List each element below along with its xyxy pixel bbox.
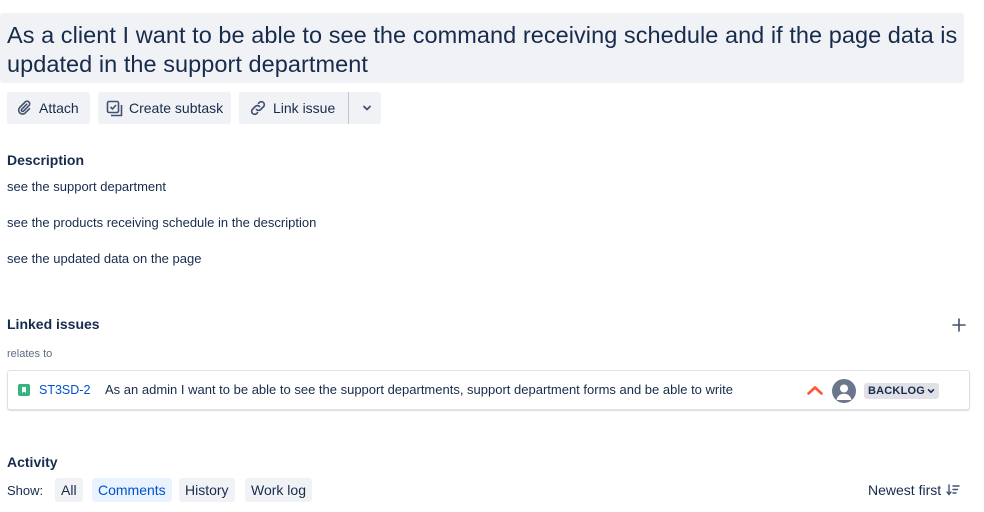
description-paragraph: see the support department xyxy=(7,179,166,194)
toolbar-split-divider xyxy=(348,92,349,124)
priority-high-icon xyxy=(806,383,824,397)
sort-label: Newest first xyxy=(868,482,942,498)
attach-label: Attach xyxy=(39,100,79,116)
description-paragraph: see the products receiving schedule in t… xyxy=(7,215,317,230)
linked-issue-summary[interactable]: As an admin I want to be able to see the… xyxy=(105,382,789,397)
status-badge: BACKLOG xyxy=(868,385,926,397)
description-paragraph: see the updated data on the page xyxy=(7,251,202,266)
sort-order-toggle[interactable]: Newest first xyxy=(868,482,960,498)
create-subtask-button[interactable]: Create subtask xyxy=(98,92,231,124)
link-icon xyxy=(249,99,267,117)
filter-comments[interactable]: Comments xyxy=(92,478,172,502)
description-heading: Description xyxy=(7,152,85,168)
attach-button[interactable]: Attach xyxy=(7,92,90,124)
issue-title[interactable]: As a client I want to be able to see the… xyxy=(7,21,962,79)
add-linked-issue-button[interactable] xyxy=(950,316,968,334)
sort-descending-icon xyxy=(946,484,960,496)
story-icon xyxy=(18,384,30,396)
linked-issues-heading: Linked issues xyxy=(7,316,100,332)
filter-history[interactable]: History xyxy=(179,478,235,502)
chevron-down-icon xyxy=(927,387,935,395)
issue-title-container[interactable]: As a client I want to be able to see the… xyxy=(0,13,964,83)
create-subtask-label: Create subtask xyxy=(129,100,224,116)
paperclip-icon xyxy=(15,99,33,117)
activity-heading: Activity xyxy=(7,454,58,470)
linked-issue-row[interactable]: ST3SD-2 As an admin I want to be able to… xyxy=(7,370,970,410)
assignee-avatar[interactable] xyxy=(832,379,856,403)
status-dropdown[interactable]: BACKLOG xyxy=(864,383,940,399)
filter-all[interactable]: All xyxy=(55,478,83,502)
relation-label: relates to xyxy=(7,348,53,360)
filter-work-log[interactable]: Work log xyxy=(245,478,312,502)
link-issue-label: Link issue xyxy=(273,100,336,116)
more-actions-dropdown[interactable] xyxy=(359,100,375,116)
chevron-down-icon xyxy=(362,103,372,113)
plus-icon xyxy=(952,318,966,332)
linked-issue-key[interactable]: ST3SD-2 xyxy=(39,383,90,397)
show-label: Show: xyxy=(7,483,44,498)
subtask-icon xyxy=(105,99,123,117)
